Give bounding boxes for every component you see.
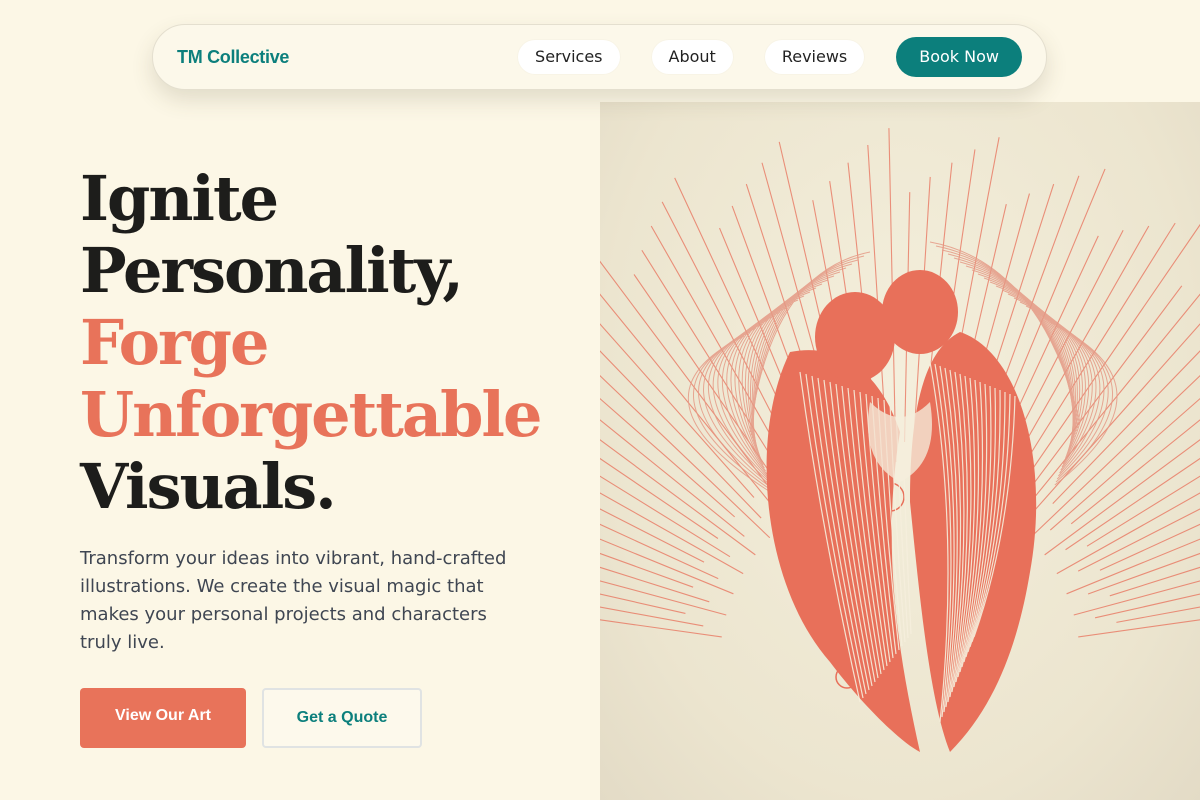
headline-line-2: Personality,: [80, 234, 464, 307]
nav-menu: Services About Reviews Book Now: [518, 37, 1022, 77]
view-our-art-button[interactable]: View Our Art: [80, 688, 246, 748]
get-a-quote-button[interactable]: Get a Quote: [262, 688, 422, 748]
angels-illustration-icon: [600, 128, 1200, 752]
book-now-button[interactable]: Book Now: [896, 37, 1022, 77]
headline-line-final: Visuals.: [80, 450, 337, 523]
brand-logo[interactable]: TM Collective: [177, 47, 289, 68]
hero-headline: Ignite Personality, Forge Unforgettable …: [80, 163, 600, 523]
hero-description: Transform your ideas into vibrant, hand-…: [80, 548, 507, 653]
nav-link-services[interactable]: Services: [518, 40, 620, 74]
navbar: TM Collective Services About Reviews Boo…: [152, 24, 1047, 90]
nav-link-about[interactable]: About: [651, 40, 733, 74]
headline-line-1: Ignite: [80, 162, 279, 235]
headline-accent-line-2: Unforgettable: [80, 378, 542, 451]
headline-accent-line-1: Forge: [80, 306, 269, 379]
hero-artwork: [600, 102, 1200, 800]
landing-page: TM Collective Services About Reviews Boo…: [0, 0, 1200, 800]
nav-link-reviews[interactable]: Reviews: [764, 40, 865, 74]
